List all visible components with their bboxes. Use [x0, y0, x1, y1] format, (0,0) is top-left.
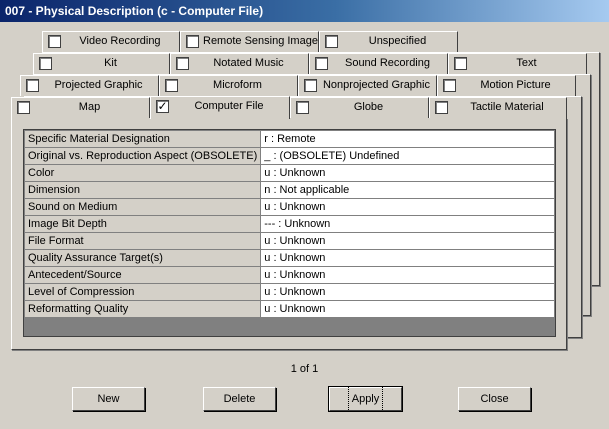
tab-label: Projected Graphic — [54, 79, 143, 91]
field-name-cell: Level of Compression — [23, 283, 262, 301]
field-name-cell: Sound on Medium — [23, 198, 262, 216]
field-value-cell[interactable]: u : Unknown — [260, 164, 555, 182]
tab-motion-picture[interactable]: Motion Picture — [437, 75, 576, 96]
new-button[interactable]: New — [72, 387, 145, 411]
table-row[interactable]: Reformatting Quality u : Unknown — [23, 300, 555, 318]
tab-checkbox[interactable] — [435, 101, 448, 114]
tab-video-recording[interactable]: Video Recording — [42, 31, 180, 52]
table-row[interactable]: Specific Material Designation r : Remote — [23, 130, 555, 148]
table-row[interactable]: Color u : Unknown — [23, 164, 555, 182]
field-value-cell[interactable]: r : Remote — [260, 130, 555, 148]
tab-label: Notated Music — [213, 57, 284, 69]
table-row[interactable]: Sound on Medium u : Unknown — [23, 198, 555, 216]
field-value-cell[interactable]: _ : (OBSOLETE) Undefined — [260, 147, 555, 165]
tab-label: Unspecified — [368, 35, 427, 47]
tab-label: Computer File — [194, 100, 264, 112]
tab-checkbox[interactable] — [304, 79, 317, 92]
checkmark-icon[interactable]: ✓ — [156, 100, 169, 113]
tab-notated-music[interactable]: Notated Music — [170, 53, 309, 74]
field-value-cell[interactable]: u : Unknown — [260, 300, 555, 318]
tab-label: Kit — [104, 57, 117, 69]
field-value-cell[interactable]: u : Unknown — [260, 198, 555, 216]
record-pager: 1 of 1 — [290, 363, 319, 375]
tab-label: Map — [78, 101, 101, 113]
tab-checkbox[interactable] — [39, 57, 52, 70]
tab-label: Video Recording — [79, 35, 161, 47]
new-button-label: New — [97, 393, 120, 405]
tab-checkbox[interactable] — [176, 57, 189, 70]
physical-description-dialog: 007 - Physical Description (c - Computer… — [0, 0, 609, 429]
tab-sound-recording[interactable]: Sound Recording — [309, 53, 448, 74]
tab-label: Nonprojected Graphic — [322, 79, 430, 91]
tab-label: Remote Sensing Image — [203, 35, 318, 47]
tab-map[interactable]: Map — [11, 97, 150, 118]
close-button[interactable]: Close — [458, 387, 531, 411]
tab-microform[interactable]: Microform — [159, 75, 298, 96]
field-name-cell: Specific Material Designation — [23, 130, 262, 148]
field-name-cell: Reformatting Quality — [23, 300, 262, 318]
table-row[interactable]: Image Bit Depth --- : Unknown — [23, 215, 555, 233]
tab-label: Tactile Material — [470, 101, 544, 113]
tab-checkbox[interactable] — [26, 79, 39, 92]
tab-label: Microform — [213, 79, 262, 91]
field-value-cell[interactable]: n : Not applicable — [260, 181, 555, 199]
tab-checkbox[interactable] — [186, 35, 199, 48]
tab-label: Text — [516, 57, 537, 69]
apply-button-label: Apply — [347, 386, 384, 412]
table-row[interactable]: Antecedent/Source u : Unknown — [23, 266, 555, 284]
tab-kit[interactable]: Kit — [33, 53, 170, 74]
delete-button[interactable]: Delete — [203, 387, 276, 411]
tab-checkbox[interactable] — [17, 101, 30, 114]
field-value-cell[interactable]: u : Unknown — [260, 249, 555, 267]
field-table: Specific Material Designation r : Remote O… — [23, 130, 555, 318]
tab-checkbox[interactable] — [48, 35, 61, 48]
tab-checkbox[interactable] — [325, 35, 338, 48]
table-row[interactable]: Original vs. Reproduction Aspect (OBSOLE… — [23, 147, 555, 165]
close-button-label: Close — [480, 393, 509, 405]
tab-label: Motion Picture — [480, 79, 551, 91]
field-value-cell[interactable]: u : Unknown — [260, 232, 555, 250]
tab-globe[interactable]: Globe — [290, 97, 429, 118]
field-name-cell: Dimension — [23, 181, 262, 199]
fixed-field-grid: Specific Material Designation r : Remote O… — [23, 129, 556, 337]
tab-label: Sound Recording — [344, 57, 430, 69]
field-name-cell: Antecedent/Source — [23, 266, 262, 284]
window-title: 007 - Physical Description (c - Computer… — [0, 0, 609, 22]
field-value-cell[interactable]: u : Unknown — [260, 283, 555, 301]
tab-tactile-material[interactable]: Tactile Material — [429, 97, 567, 118]
table-row[interactable]: Quality Assurance Target(s) u : Unknown — [23, 249, 555, 267]
tab-nonprojected-graphic[interactable]: Nonprojected Graphic — [298, 75, 437, 96]
tab-checkbox[interactable] — [315, 57, 328, 70]
tab-checkbox[interactable] — [296, 101, 309, 114]
computer-file-tab-page: Specific Material Designation r : Remote O… — [11, 118, 567, 350]
field-value-cell[interactable]: u : Unknown — [260, 266, 555, 284]
tab-text[interactable]: Text — [448, 53, 587, 74]
table-row[interactable]: File Format u : Unknown — [23, 232, 555, 250]
table-row[interactable]: Level of Compression u : Unknown — [23, 283, 555, 301]
field-name-cell: Quality Assurance Target(s) — [23, 249, 262, 267]
tab-unspecified[interactable]: Unspecified — [319, 31, 458, 52]
tab-remote-sensing-image[interactable]: Remote Sensing Image — [180, 31, 319, 52]
apply-button[interactable]: Apply — [328, 386, 403, 412]
field-name-cell: Image Bit Depth — [23, 215, 262, 233]
field-name-cell: Original vs. Reproduction Aspect (OBSOLE… — [23, 147, 262, 165]
field-value-cell[interactable]: --- : Unknown — [260, 215, 555, 233]
field-name-cell: Color — [23, 164, 262, 182]
field-name-cell: File Format — [23, 232, 262, 250]
tab-checkbox[interactable] — [454, 57, 467, 70]
tab-label: Globe — [353, 101, 384, 113]
delete-button-label: Delete — [223, 393, 256, 405]
tab-projected-graphic[interactable]: Projected Graphic — [20, 75, 159, 96]
tab-checkbox[interactable] — [443, 79, 456, 92]
tab-checkbox[interactable] — [165, 79, 178, 92]
tab-computer-file[interactable]: ✓ Computer File — [150, 96, 290, 119]
table-row[interactable]: Dimension n : Not applicable — [23, 181, 555, 199]
